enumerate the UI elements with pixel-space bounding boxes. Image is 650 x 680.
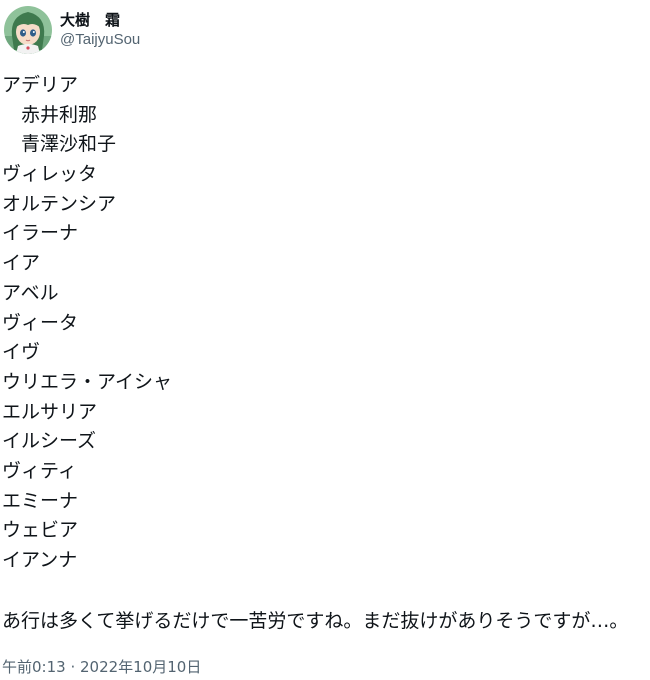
tweet-body-line: イルシーズ — [2, 430, 97, 453]
tweet-body-line: オルテンシア — [2, 192, 117, 215]
author-names: 大樹 霜 @TaijyuSou — [60, 10, 140, 50]
tweet-body-line: エルサリア — [2, 400, 98, 423]
tweet-body-line: イヴ — [2, 341, 41, 364]
tweet-body-line: ウェビア — [2, 519, 79, 542]
tweet-body-line: ヴィレッタ — [2, 163, 98, 186]
author-display-name[interactable]: 大樹 霜 — [60, 10, 140, 30]
avatar[interactable] — [4, 6, 52, 54]
tweet-body-line: エミーナ — [2, 489, 79, 512]
tweet-body-line: アデリア — [2, 74, 79, 96]
tweet-body-line: アベル — [2, 281, 59, 304]
tweet-body-line: ヴィータ — [2, 311, 79, 334]
author-handle[interactable]: @TaijyuSou — [60, 30, 140, 50]
tweet-body-line: ヴィティ — [2, 459, 77, 482]
tweet-body-line: 青澤沙和子 — [2, 133, 117, 156]
anime-girl-avatar-icon — [4, 6, 52, 54]
tweet-header: 大樹 霜 @TaijyuSou — [4, 6, 140, 54]
tweet-body-line: ウリエラ・アイシャ — [2, 370, 173, 393]
tweet-body-line: 赤井利那 — [2, 103, 98, 126]
tweet-card: 大樹 霜 @TaijyuSou アデリア 赤井利那 青澤沙和子ヴィレッタオルテン… — [0, 0, 650, 680]
tweet-closing-text: あ行は多くて挙げるだけで一苦労ですね。まだ抜けがありそうですが…。 — [2, 610, 629, 632]
tweet-body-line: イアンナ — [2, 549, 78, 571]
tweet-timestamp[interactable]: 午前0:13 · 2022年10月10日 — [2, 657, 201, 677]
tweet-body-line: イア — [2, 252, 41, 275]
tweet-body-line: イラーナ — [2, 222, 79, 245]
tweet-body: アデリア 赤井利那 青澤沙和子ヴィレッタオルテンシア イラーナイアアベルヴィータイ… — [2, 71, 172, 576]
